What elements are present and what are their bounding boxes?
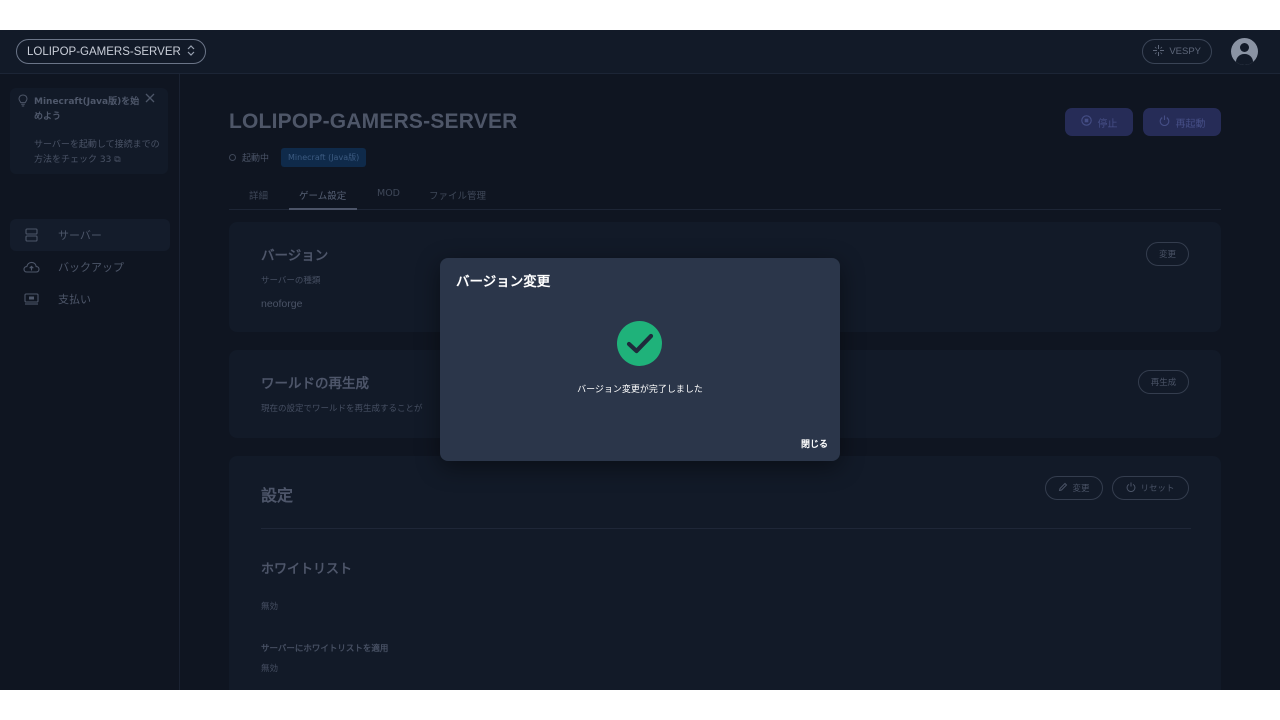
dialog-close-button[interactable]: 閉じる: [801, 437, 828, 450]
version-change-dialog: バージョン変更 バージョン変更が完了しました 閉じる: [440, 258, 840, 461]
dialog-message: バージョン変更が完了しました: [577, 385, 703, 395]
dialog-title: バージョン変更: [456, 274, 551, 290]
check-circle-icon: [617, 321, 662, 366]
app-window: LOLIPOP-GAMERS-SERVER VESPY Minecraft(Ja…: [0, 30, 1280, 690]
